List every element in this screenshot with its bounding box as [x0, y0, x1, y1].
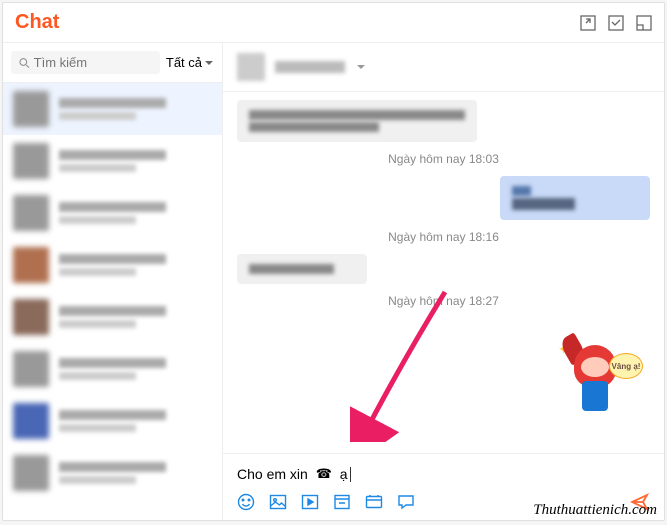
avatar — [13, 403, 49, 439]
body: Tất cả — [3, 43, 664, 520]
filter-dropdown[interactable]: Tất cả — [166, 55, 214, 70]
message-incoming — [237, 100, 650, 142]
conversation-menu-icon[interactable] — [355, 62, 367, 72]
text-cursor — [350, 467, 351, 482]
contact-item[interactable] — [3, 135, 222, 187]
sticker-character: ✦ Vâng ạ! — [544, 335, 639, 420]
avatar — [13, 143, 49, 179]
chevron-down-icon — [204, 58, 214, 68]
search-icon — [19, 57, 30, 69]
watermark: Thuthuattienich.com — [533, 502, 657, 519]
avatar — [13, 247, 49, 283]
avatar — [13, 351, 49, 387]
avatar — [13, 195, 49, 231]
timestamp: Ngày hôm nay 18:16 — [237, 230, 650, 244]
search-input[interactable] — [34, 55, 152, 70]
contact-list — [3, 83, 222, 520]
message-input[interactable]: Cho em xin ☎ ạ — [237, 462, 650, 492]
contact-item[interactable] — [3, 291, 222, 343]
sticker-icon[interactable] — [333, 493, 351, 511]
app-title: Chat — [15, 11, 59, 34]
contact-name — [275, 61, 345, 73]
conversation-panel: Ngày hôm nay 18:03 Ngày hôm nay 18:16 Ng… — [223, 43, 664, 520]
contact-item[interactable] — [3, 83, 222, 135]
avatar — [13, 91, 49, 127]
phone-emoji-icon: ☎ — [316, 466, 332, 482]
minimize-icon[interactable] — [636, 15, 652, 31]
avatar — [13, 455, 49, 491]
chat-window: Chat Tất cả — [2, 2, 665, 521]
dropdown-check-icon[interactable] — [608, 15, 624, 31]
conversation-header — [223, 43, 664, 92]
contact-avatar — [237, 53, 265, 81]
video-icon[interactable] — [301, 493, 319, 511]
emoji-icon[interactable] — [237, 493, 255, 511]
header: Chat — [3, 3, 664, 43]
filter-label: Tất cả — [166, 55, 202, 70]
namecard-icon[interactable] — [365, 493, 383, 511]
search-row: Tất cả — [3, 43, 222, 83]
popout-icon[interactable] — [580, 15, 596, 31]
chat-template-icon[interactable] — [397, 493, 415, 511]
contact-item[interactable] — [3, 447, 222, 499]
header-controls — [580, 15, 652, 31]
timestamp: Ngày hôm nay 18:27 — [237, 294, 650, 308]
contact-item[interactable] — [3, 187, 222, 239]
message-outgoing — [237, 176, 650, 220]
contact-item[interactable] — [3, 395, 222, 447]
contact-item[interactable] — [3, 343, 222, 395]
avatar — [13, 299, 49, 335]
sticker-speech-bubble: Vâng ạ! — [609, 353, 643, 379]
timestamp: Ngày hôm nay 18:03 — [237, 152, 650, 166]
search-box[interactable] — [11, 51, 160, 74]
sidebar: Tất cả — [3, 43, 223, 520]
message-incoming — [237, 254, 650, 284]
contact-item[interactable] — [3, 239, 222, 291]
image-icon[interactable] — [269, 493, 287, 511]
